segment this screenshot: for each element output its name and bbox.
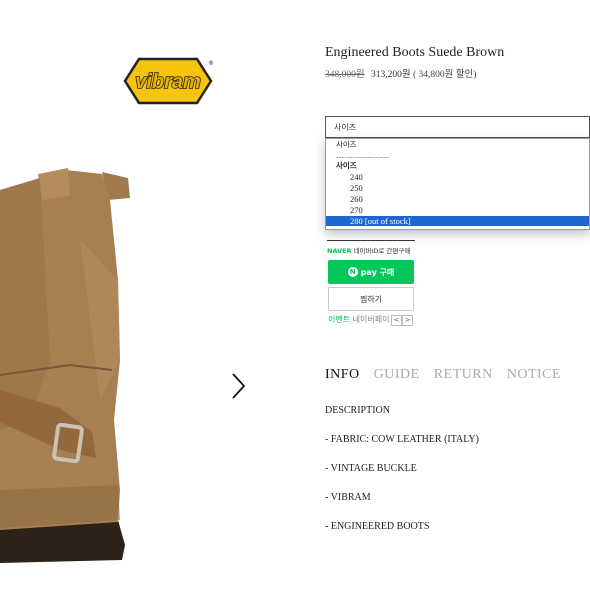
event-next-button[interactable]: > (402, 315, 413, 326)
naver-pay-label: pay 구매 (360, 267, 395, 277)
tab-notice[interactable]: NOTICE (507, 367, 561, 383)
event-text: 네이버페이 (350, 315, 390, 324)
wishlist-button[interactable]: 찜하기 (328, 287, 414, 311)
discount-amount: ( 34,800원 할인) (413, 70, 477, 80)
naver-pay-button[interactable]: N pay 구매 (328, 260, 414, 284)
size-select[interactable]: 사이즈 (325, 116, 590, 138)
size-dropdown: 사이즈 ------------------- 사이즈 240 250 260 … (325, 138, 590, 230)
logo-registered-mark: ® (208, 60, 214, 67)
naver-n-icon: N (347, 267, 358, 277)
naver-event-link[interactable]: 이벤트 네이버페이 (328, 314, 398, 326)
event-pager: < > (391, 315, 413, 326)
product-title: Engineered Boots Suede Brown (325, 45, 505, 60)
size-option-270[interactable]: 270 (326, 205, 589, 215)
dropdown-option-placeholder[interactable]: 사이즈 (336, 140, 590, 150)
tab-info[interactable]: INFO (325, 367, 360, 383)
event-prev-button[interactable]: < (391, 315, 402, 326)
size-option-280[interactable]: 280 [out of stock] (326, 216, 589, 226)
tab-guide[interactable]: GUIDE (374, 367, 420, 383)
tab-return[interactable]: RETURN (434, 367, 493, 383)
event-highlight: 이벤트 (328, 315, 351, 324)
description-line: - VINTAGE BUCKLE (325, 463, 417, 474)
size-option-260[interactable]: 260 (326, 194, 589, 204)
size-option-240[interactable]: 240 (326, 172, 589, 182)
vibram-logo: vibram ® (121, 56, 215, 106)
logo-wordmark: vibram (135, 71, 201, 93)
sale-price: 313,200원 (371, 70, 411, 80)
chevron-right-icon (232, 373, 246, 399)
product-image (0, 160, 140, 580)
info-tabs: INFO GUIDE RETURN NOTICE (325, 367, 575, 383)
next-image-button[interactable] (228, 372, 248, 400)
description-line: - FABRIC: COW LEATHER (ITALY) (325, 434, 479, 445)
original-price: 348,000원 (325, 70, 365, 80)
size-option-250[interactable]: 250 (326, 183, 589, 193)
description-heading: DESCRIPTION (325, 405, 391, 416)
dropdown-group-label: 사이즈 (336, 161, 357, 170)
description-line: - ENGINEERED BOOTS (325, 521, 430, 532)
description-line: - VIBRAM (325, 492, 371, 503)
naver-checkout-bar: NAVER 네이버ID로 간편구매 (327, 240, 415, 255)
naver-brand: NAVER (327, 247, 352, 255)
naver-checkout-text: 네이버ID로 간편구매 (353, 247, 411, 255)
price-line: 348,000원 313,200원 ( 34,800원 할인) (325, 66, 476, 80)
